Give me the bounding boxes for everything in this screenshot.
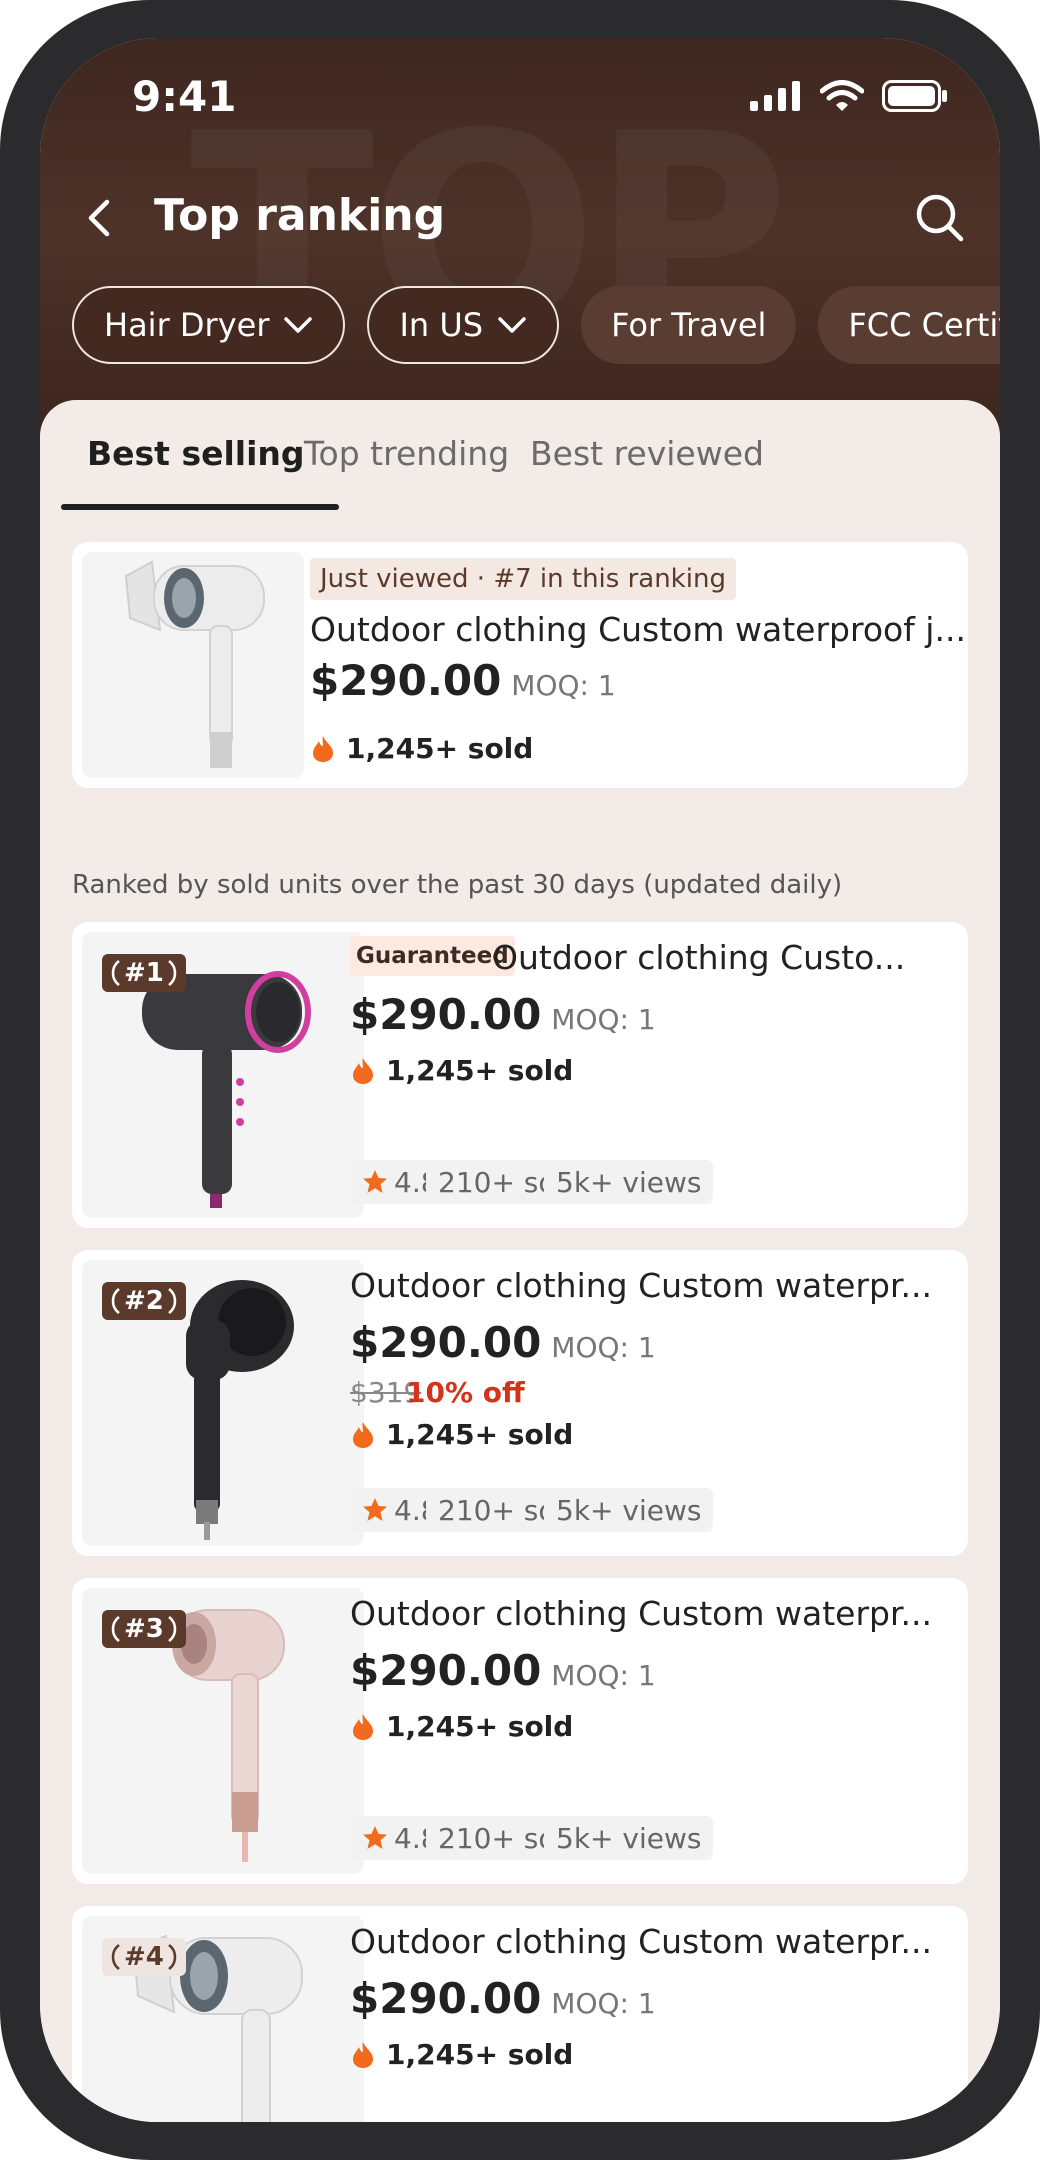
tab-best-selling[interactable]: Best selling [87,434,305,473]
sold-count: 1,245+ sold [352,1418,573,1451]
screen: TOP 9:41 [40,38,1000,2122]
views-pill: 5k+ views [544,1488,714,1532]
chip-in-us[interactable]: In US [367,286,560,364]
chip-label: In US [399,306,484,344]
moq-label: MOQ: 1 [511,669,616,702]
product-title: Outdoor clothing Custom waterpr... [350,1594,932,1633]
just-viewed-card[interactable]: Just viewed · #7 in this ranking Outdoor… [72,542,968,788]
chip-fcc-certified[interactable]: FCC Certif [818,286,1000,364]
product-image: #1 [82,932,364,1218]
ranking-tabs: Best selling Top trending Best reviewed [40,400,1000,520]
laurel-right-icon [168,1944,177,1970]
flame-icon [313,735,333,762]
moq-label: MOQ: 1 [551,1331,656,1364]
battery-icon [882,80,947,112]
price-value: $290.00 [350,1318,542,1367]
sold-label: 1,245+ sold [386,1054,574,1087]
rank-label: #4 [124,1942,164,1972]
product-price: $290.00 MOQ: 1 [310,656,616,705]
star-icon [363,1498,387,1521]
chevron-down-icon [498,317,526,333]
star-icon [363,1170,387,1193]
laurel-right-icon [168,960,177,986]
laurel-left-icon [111,1288,120,1314]
sold-label: 1,245+ sold [386,1418,574,1451]
product-image: #3 [82,1588,364,1874]
price-value: $290.00 [350,1974,542,2023]
product-card[interactable]: #3 Outdoor clothing Custom waterpr... $2… [72,1578,968,1884]
moq-label: MOQ: 1 [551,1659,656,1692]
just-viewed-badge: Just viewed · #7 in this ranking [310,558,736,600]
product-title: Outdoor clothing Custom waterpr... [350,1922,932,1961]
price-value: $290.00 [310,656,502,705]
chip-for-travel[interactable]: For Travel [581,286,797,364]
rank-label: #1 [124,958,164,988]
chip-label: Hair Dryer [104,306,270,344]
chevron-down-icon [284,317,313,333]
sold-count: 1,245+ sold [312,732,533,765]
rank-label: #3 [124,1614,164,1644]
rank-badge: #1 [102,954,186,992]
moq-label: MOQ: 1 [551,1003,656,1036]
flame-icon [353,2041,373,2068]
laurel-left-icon [111,960,120,986]
moq-label: MOQ: 1 [551,1987,656,2020]
search-icon[interactable] [910,188,970,248]
sold-label: 1,245+ sold [386,2038,574,2071]
product-image: #4 [82,1916,364,2122]
laurel-left-icon [111,1616,120,1642]
product-price: $290.00 MOQ: 1 [350,1646,656,1695]
filter-chips: Hair Dryer In US For Travel FCC Certif [72,286,1000,364]
product-card[interactable]: #2 Outdoor clothing Custom waterpr... $2… [72,1250,968,1556]
phone-frame: TOP 9:41 [0,0,1040,2160]
active-tab-indicator [61,504,339,510]
price-value: $290.00 [350,1646,542,1695]
rank-label: #2 [124,1286,164,1316]
flame-icon [353,1421,373,1448]
product-title: Outdoor clothing Custom waterpr... [350,1266,932,1305]
guaranteed-badge: Guaranteed [350,936,515,976]
content-sheet: Best selling Top trending Best reviewed [40,400,1000,2122]
back-arrow-icon[interactable] [70,188,130,248]
views-pill: 5k+ views [544,1816,714,1860]
sold-count: 1,245+ sold [352,1054,573,1087]
product-card[interactable]: #1 Guaranteed Outdoor clothing Custo... … [72,922,968,1228]
discount-label: 10% off [406,1376,525,1409]
status-icons [750,80,948,112]
page-title: Top ranking [154,190,446,241]
laurel-right-icon [168,1288,177,1314]
product-title: Outdoor clothing Custom waterproof j... [310,610,966,649]
rank-badge: #3 [102,1610,186,1648]
sold-label: 1,245+ sold [346,732,534,765]
wifi-icon [820,80,864,111]
tab-best-reviewed[interactable]: Best reviewed [530,434,764,473]
laurel-right-icon [168,1616,177,1642]
chip-hair-dryer[interactable]: Hair Dryer [72,286,346,364]
star-icon [363,1826,387,1849]
price-value: $290.00 [350,990,542,1039]
product-price: $290.00 MOQ: 1 [350,1318,656,1367]
sold-count: 1,245+ sold [352,1710,573,1743]
signal-icon [750,81,800,111]
product-image [82,552,304,778]
ranking-note: Ranked by sold units over the past 30 da… [72,870,843,900]
chip-label: FCC Certif [848,306,1000,344]
sold-count: 1,245+ sold [352,2038,573,2071]
sold-label: 1,245+ sold [386,1710,574,1743]
product-price: $290.00 MOQ: 1 [350,990,656,1039]
product-price: $290.00 MOQ: 1 [350,1974,656,2023]
flame-icon [353,1713,373,1740]
laurel-left-icon [111,1944,120,1970]
views-pill: 5k+ views [544,1160,714,1204]
tab-top-trending[interactable]: Top trending [304,434,509,473]
product-title: Outdoor clothing Custo... [492,938,906,977]
chip-label: For Travel [611,306,767,344]
product-card[interactable]: #4 Outdoor clothing Custom waterpr... $2… [72,1906,968,2122]
hair-dryer-white-image [124,560,265,768]
rank-badge: #4 [102,1938,186,1976]
flame-icon [353,1057,373,1084]
status-time: 9:41 [132,72,237,121]
product-image: #2 [82,1260,364,1546]
rank-badge: #2 [102,1282,186,1320]
